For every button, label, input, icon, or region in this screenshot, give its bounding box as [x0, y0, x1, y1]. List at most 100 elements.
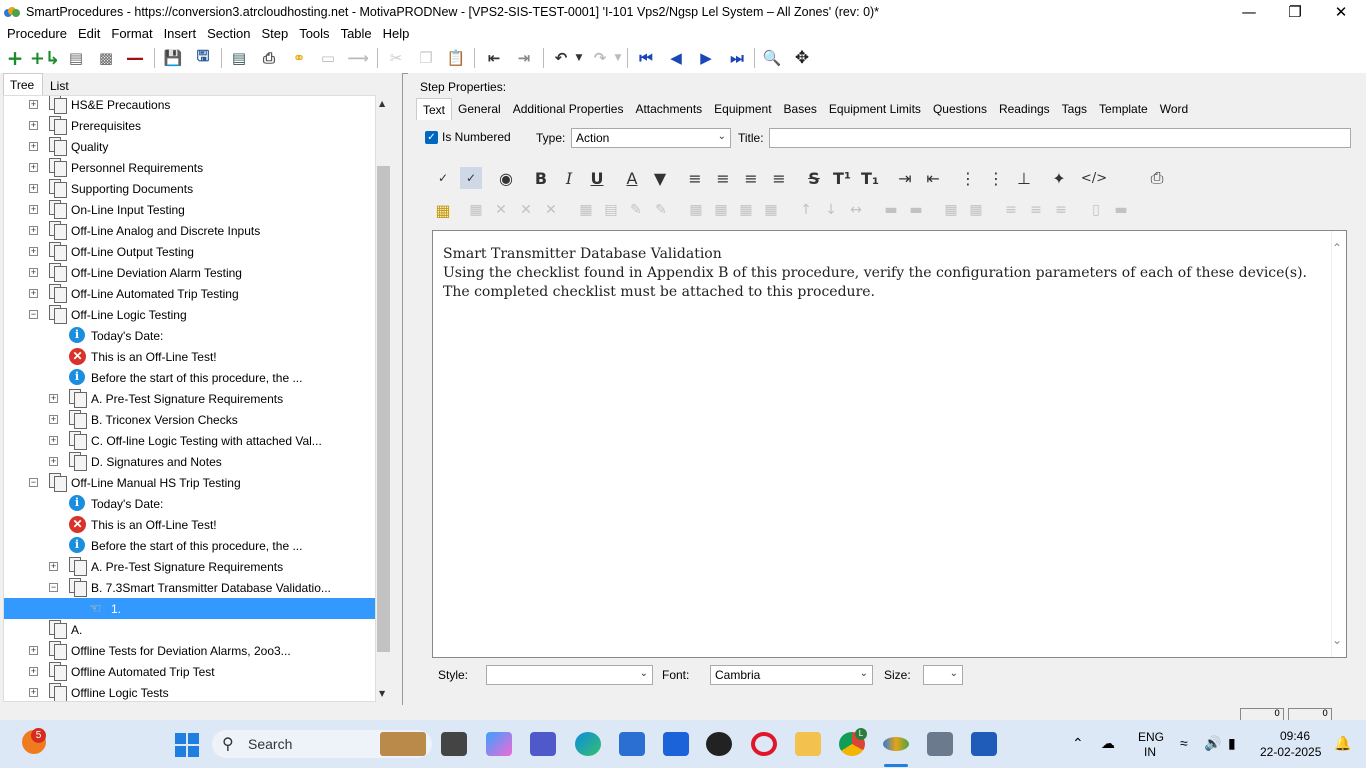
menu-insert[interactable]: Insert [164, 26, 197, 41]
language-line-2[interactable]: IN [1144, 745, 1156, 759]
wifi-icon[interactable]: ≈ [1180, 735, 1188, 751]
editor-scroll-up-icon[interactable]: ⌃ [1332, 241, 1342, 255]
teams-icon[interactable] [530, 732, 556, 756]
collapse-icon[interactable]: − [29, 478, 38, 487]
save-all-icon[interactable]: 💾 [163, 48, 183, 68]
underline-icon[interactable]: U [586, 167, 608, 189]
expand-icon[interactable]: + [49, 436, 58, 445]
font-color-icon[interactable]: A [621, 167, 643, 189]
dell-icon[interactable] [706, 732, 732, 756]
expand-icon[interactable]: + [49, 562, 58, 571]
insert-step-icon[interactable]: ▤ [66, 48, 86, 68]
tab-list[interactable]: List [50, 79, 69, 93]
expand-icon[interactable]: + [29, 667, 38, 676]
language-line-1[interactable]: ENG [1138, 730, 1164, 744]
record-icon[interactable]: ◉ [495, 167, 517, 189]
expand-icon[interactable]: + [29, 100, 38, 109]
tree-item[interactable]: + Off-Line Automated Trip Testing [4, 283, 375, 304]
tab-readings[interactable]: Readings [993, 98, 1056, 120]
expand-icon[interactable]: + [29, 226, 38, 235]
tree-item[interactable]: + Quality [4, 136, 375, 157]
expand-icon[interactable]: + [29, 688, 38, 697]
expand-icon[interactable]: + [29, 268, 38, 277]
last-step-icon[interactable]: ⏭ [727, 48, 747, 68]
remote-desktop-icon[interactable] [927, 732, 953, 756]
italic-icon[interactable]: I [558, 167, 580, 189]
expand-icon[interactable]: + [29, 163, 38, 172]
menu-tools[interactable]: Tools [299, 26, 329, 41]
justify-icon[interactable]: ≡ [768, 167, 790, 189]
expand-icon[interactable]: + [29, 121, 38, 130]
menu-step[interactable]: Step [261, 26, 288, 41]
add-icon[interactable]: + [5, 46, 25, 70]
strikethrough-icon[interactable]: S [803, 167, 825, 189]
subscript-icon[interactable]: T₁ [859, 167, 881, 189]
menu-help[interactable]: Help [383, 26, 410, 41]
tree-item[interactable]: − Off-Line Logic Testing [4, 304, 375, 325]
menu-format[interactable]: Format [111, 26, 152, 41]
title-input[interactable] [769, 128, 1351, 148]
tree-item[interactable]: + On-Line Input Testing [4, 199, 375, 220]
file-explorer-icon[interactable] [795, 732, 821, 756]
collapse-icon[interactable]: − [29, 310, 38, 319]
tree-item[interactable]: + HS&E Precautions [4, 96, 375, 115]
tree-item[interactable]: ✕ This is an Off-Line Test! [4, 346, 375, 367]
is-numbered-checkbox[interactable]: ✓ [425, 131, 438, 144]
tree-item[interactable]: i Before the start of this procedure, the… [4, 367, 375, 388]
windows-start-icon[interactable] [175, 733, 199, 757]
expand-icon[interactable]: + [49, 457, 58, 466]
next-step-icon[interactable]: ▶ [696, 48, 716, 68]
previous-step-icon[interactable]: ◀ [666, 48, 686, 68]
restore-button[interactable]: ❐ [1272, 0, 1318, 24]
tree-item[interactable]: i Before the start of this procedure, the… [4, 535, 375, 556]
expand-icon[interactable]: + [29, 205, 38, 214]
expand-icon[interactable]: + [29, 289, 38, 298]
tab-tree[interactable]: Tree [3, 73, 43, 95]
tab-attachments[interactable]: Attachments [629, 98, 708, 120]
clock-date[interactable]: 22-02-2025 [1260, 745, 1321, 759]
expand-icon[interactable]: + [49, 394, 58, 403]
paste-icon[interactable]: 📋 [446, 48, 466, 68]
expand-icon[interactable]: + [29, 142, 38, 151]
tree-item[interactable]: + D. Signatures and Notes [4, 451, 375, 472]
tab-equipment[interactable]: Equipment [708, 98, 777, 120]
collapse-icon[interactable]: − [49, 583, 58, 592]
find-icon[interactable]: 🔍 [762, 48, 782, 68]
align-center-icon[interactable]: ≡ [712, 167, 734, 189]
intune-icon[interactable] [663, 732, 689, 756]
outdent-icon[interactable]: ⇤ [484, 48, 504, 68]
scroll-down-icon[interactable]: ▼ [379, 689, 385, 698]
tree-item[interactable]: + A. Pre-Test Signature Requirements [4, 556, 375, 577]
tree-item[interactable]: i Today's Date: [4, 493, 375, 514]
align-left-icon[interactable]: ≡ [684, 167, 706, 189]
tab-bases[interactable]: Bases [778, 98, 823, 120]
first-step-icon[interactable]: ⏮ [636, 48, 656, 68]
tree-item[interactable]: + Off-Line Analog and Discrete Inputs [4, 220, 375, 241]
tab-text[interactable]: Text [416, 98, 453, 120]
insert-substep-icon[interactable]: ▩ [96, 48, 116, 68]
publish-icon[interactable]: ▤ [229, 48, 249, 68]
bold-icon[interactable]: B [530, 167, 552, 189]
type-select[interactable]: Action ⌄ [571, 128, 731, 148]
tree-item[interactable]: − B. 7.3Smart Transmitter Database Valida… [4, 577, 375, 598]
opera-icon[interactable] [751, 732, 777, 756]
menu-procedure[interactable]: Procedure [7, 26, 67, 41]
magic-wand-icon[interactable]: ✦ [1048, 167, 1070, 189]
menu-table[interactable]: Table [341, 26, 372, 41]
tree-item[interactable]: ☜ 1. [4, 598, 375, 619]
menu-section[interactable]: Section [207, 26, 250, 41]
bullet-list-icon[interactable]: ⋮ [957, 167, 979, 189]
tree-scrollbar-thumb[interactable] [377, 166, 390, 652]
increase-indent-icon[interactable]: ⇥ [894, 167, 916, 189]
notifications-bell-icon[interactable]: 🔔 [1334, 735, 1351, 752]
numbered-list-icon[interactable]: ⋮ [985, 167, 1007, 189]
tree-item[interactable]: + C. Off-line Logic Testing with attached… [4, 430, 375, 451]
expand-icon[interactable]: + [49, 415, 58, 424]
taskbar-search-box[interactable]: ⚲ Search [212, 730, 432, 758]
tab-additional-properties[interactable]: Additional Properties [507, 98, 630, 120]
word-icon[interactable] [971, 732, 997, 756]
task-view-icon[interactable] [441, 732, 467, 756]
undo-dropdown-icon[interactable]: ▼ [569, 48, 589, 68]
tree-item[interactable]: A. [4, 619, 375, 640]
tree-item[interactable]: + Offline Automated Trip Test [4, 661, 375, 682]
